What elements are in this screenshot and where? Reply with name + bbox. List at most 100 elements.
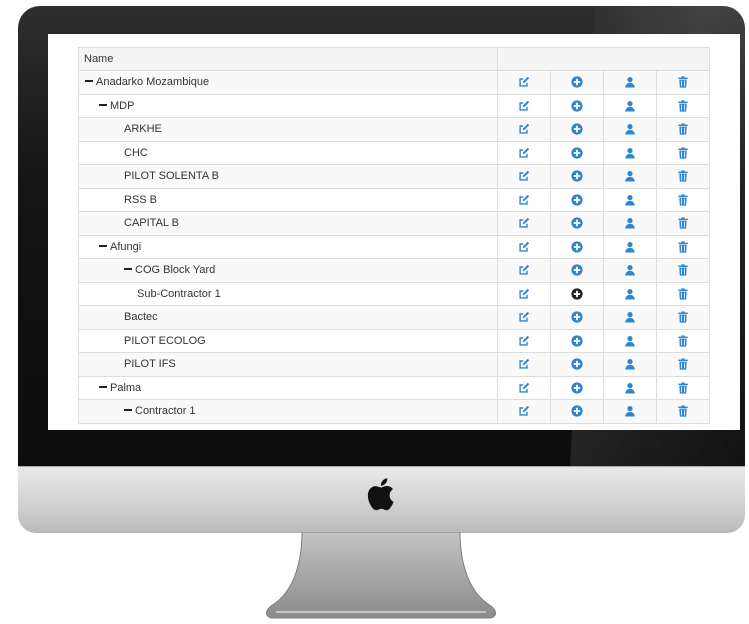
edit-icon[interactable] <box>518 147 530 159</box>
tree-node-label[interactable]: PILOT SOLENTA B <box>124 170 219 182</box>
trash-icon[interactable] <box>677 76 689 88</box>
action-cell <box>497 352 551 377</box>
add-circle-icon[interactable] <box>571 123 583 135</box>
add-circle-icon[interactable] <box>571 217 583 229</box>
user-icon[interactable] <box>624 241 636 253</box>
trash-icon[interactable] <box>677 288 689 300</box>
user-icon[interactable] <box>624 170 636 182</box>
trash-icon[interactable] <box>677 405 689 417</box>
trash-icon[interactable] <box>677 264 689 276</box>
tree-node-label[interactable]: Anadarko Mozambique <box>96 76 209 88</box>
edit-icon[interactable] <box>518 241 530 253</box>
collapse-minus-icon[interactable] <box>99 385 107 388</box>
tree-node-label[interactable]: MDP <box>110 100 134 112</box>
tree-node-label[interactable]: RSS B <box>124 194 157 206</box>
tree-node-label[interactable]: ARKHE <box>124 123 162 135</box>
tree-node-label[interactable]: Palma <box>110 382 141 394</box>
collapse-minus-icon[interactable] <box>99 244 107 247</box>
tree-node-cell: PILOT ECOLOG <box>78 328 498 353</box>
collapse-minus-icon[interactable] <box>124 268 132 271</box>
tree-node-label[interactable]: Bactec <box>124 311 158 323</box>
edit-icon[interactable] <box>518 311 530 323</box>
edit-icon[interactable] <box>518 405 530 417</box>
user-icon[interactable] <box>624 217 636 229</box>
tree-node-label[interactable]: CAPITAL B <box>124 217 179 229</box>
action-cell <box>656 305 710 330</box>
trash-icon[interactable] <box>677 311 689 323</box>
add-circle-icon[interactable] <box>571 335 583 347</box>
user-icon[interactable] <box>624 264 636 276</box>
edit-icon[interactable] <box>518 194 530 206</box>
add-circle-icon[interactable] <box>571 358 583 370</box>
add-circle-icon[interactable] <box>571 147 583 159</box>
table-row: COG Block Yard <box>78 258 710 283</box>
apple-logo-icon <box>367 478 394 511</box>
user-icon[interactable] <box>624 358 636 370</box>
action-cell <box>550 399 604 424</box>
edit-icon[interactable] <box>518 100 530 112</box>
user-icon[interactable] <box>624 194 636 206</box>
trash-icon[interactable] <box>677 241 689 253</box>
add-circle-icon[interactable] <box>571 405 583 417</box>
tree-node-label[interactable]: COG Block Yard <box>135 264 215 276</box>
add-circle-icon[interactable] <box>571 194 583 206</box>
user-icon[interactable] <box>624 123 636 135</box>
tree-node-label[interactable]: PILOT ECOLOG <box>124 335 206 347</box>
edit-icon[interactable] <box>518 358 530 370</box>
add-circle-icon[interactable] <box>571 264 583 276</box>
add-circle-icon[interactable] <box>571 170 583 182</box>
edit-icon[interactable] <box>518 288 530 300</box>
user-icon[interactable] <box>624 405 636 417</box>
trash-icon[interactable] <box>677 170 689 182</box>
action-cell <box>656 117 710 142</box>
trash-icon[interactable] <box>677 335 689 347</box>
edit-icon[interactable] <box>518 217 530 229</box>
trash-icon[interactable] <box>677 147 689 159</box>
trash-icon[interactable] <box>677 100 689 112</box>
add-circle-icon[interactable] <box>571 382 583 394</box>
user-icon[interactable] <box>624 311 636 323</box>
action-cell <box>550 328 604 353</box>
collapse-minus-icon[interactable] <box>99 103 107 106</box>
collapse-minus-icon[interactable] <box>124 409 132 412</box>
add-circle-icon[interactable] <box>571 311 583 323</box>
trash-icon[interactable] <box>677 123 689 135</box>
edit-icon[interactable] <box>518 123 530 135</box>
user-icon[interactable] <box>624 382 636 394</box>
trash-icon[interactable] <box>677 217 689 229</box>
trash-icon[interactable] <box>677 358 689 370</box>
user-icon[interactable] <box>624 288 636 300</box>
tree-node-label[interactable]: Contractor 1 <box>135 405 196 417</box>
table-row: Anadarko Mozambique <box>78 70 710 95</box>
tree-node-cell: PILOT IFS <box>78 352 498 377</box>
add-circle-icon[interactable] <box>571 241 583 253</box>
action-cell <box>497 258 551 283</box>
action-cell <box>497 234 551 259</box>
trash-icon[interactable] <box>677 382 689 394</box>
collapse-minus-icon[interactable] <box>85 80 93 83</box>
action-cell <box>550 305 604 330</box>
edit-icon[interactable] <box>518 170 530 182</box>
user-icon[interactable] <box>624 147 636 159</box>
trash-icon[interactable] <box>677 194 689 206</box>
action-cell <box>656 281 710 306</box>
edit-icon[interactable] <box>518 264 530 276</box>
action-cell <box>603 328 657 353</box>
tree-node-label[interactable]: Sub-Contractor 1 <box>137 288 221 300</box>
edit-icon[interactable] <box>518 335 530 347</box>
tree-node-label[interactable]: Afungi <box>110 241 141 253</box>
action-cell <box>497 328 551 353</box>
table-row: RSS B <box>78 187 710 212</box>
tree-node-label[interactable]: PILOT IFS <box>124 358 176 370</box>
action-cell <box>603 117 657 142</box>
user-icon[interactable] <box>624 76 636 88</box>
user-icon[interactable] <box>624 335 636 347</box>
action-cell <box>656 140 710 165</box>
user-icon[interactable] <box>624 100 636 112</box>
edit-icon[interactable] <box>518 382 530 394</box>
edit-icon[interactable] <box>518 76 530 88</box>
tree-node-label[interactable]: CHC <box>124 147 148 159</box>
add-circle-icon[interactable] <box>571 100 583 112</box>
add-circle-icon[interactable] <box>571 76 583 88</box>
add-circle-icon[interactable] <box>571 288 583 300</box>
